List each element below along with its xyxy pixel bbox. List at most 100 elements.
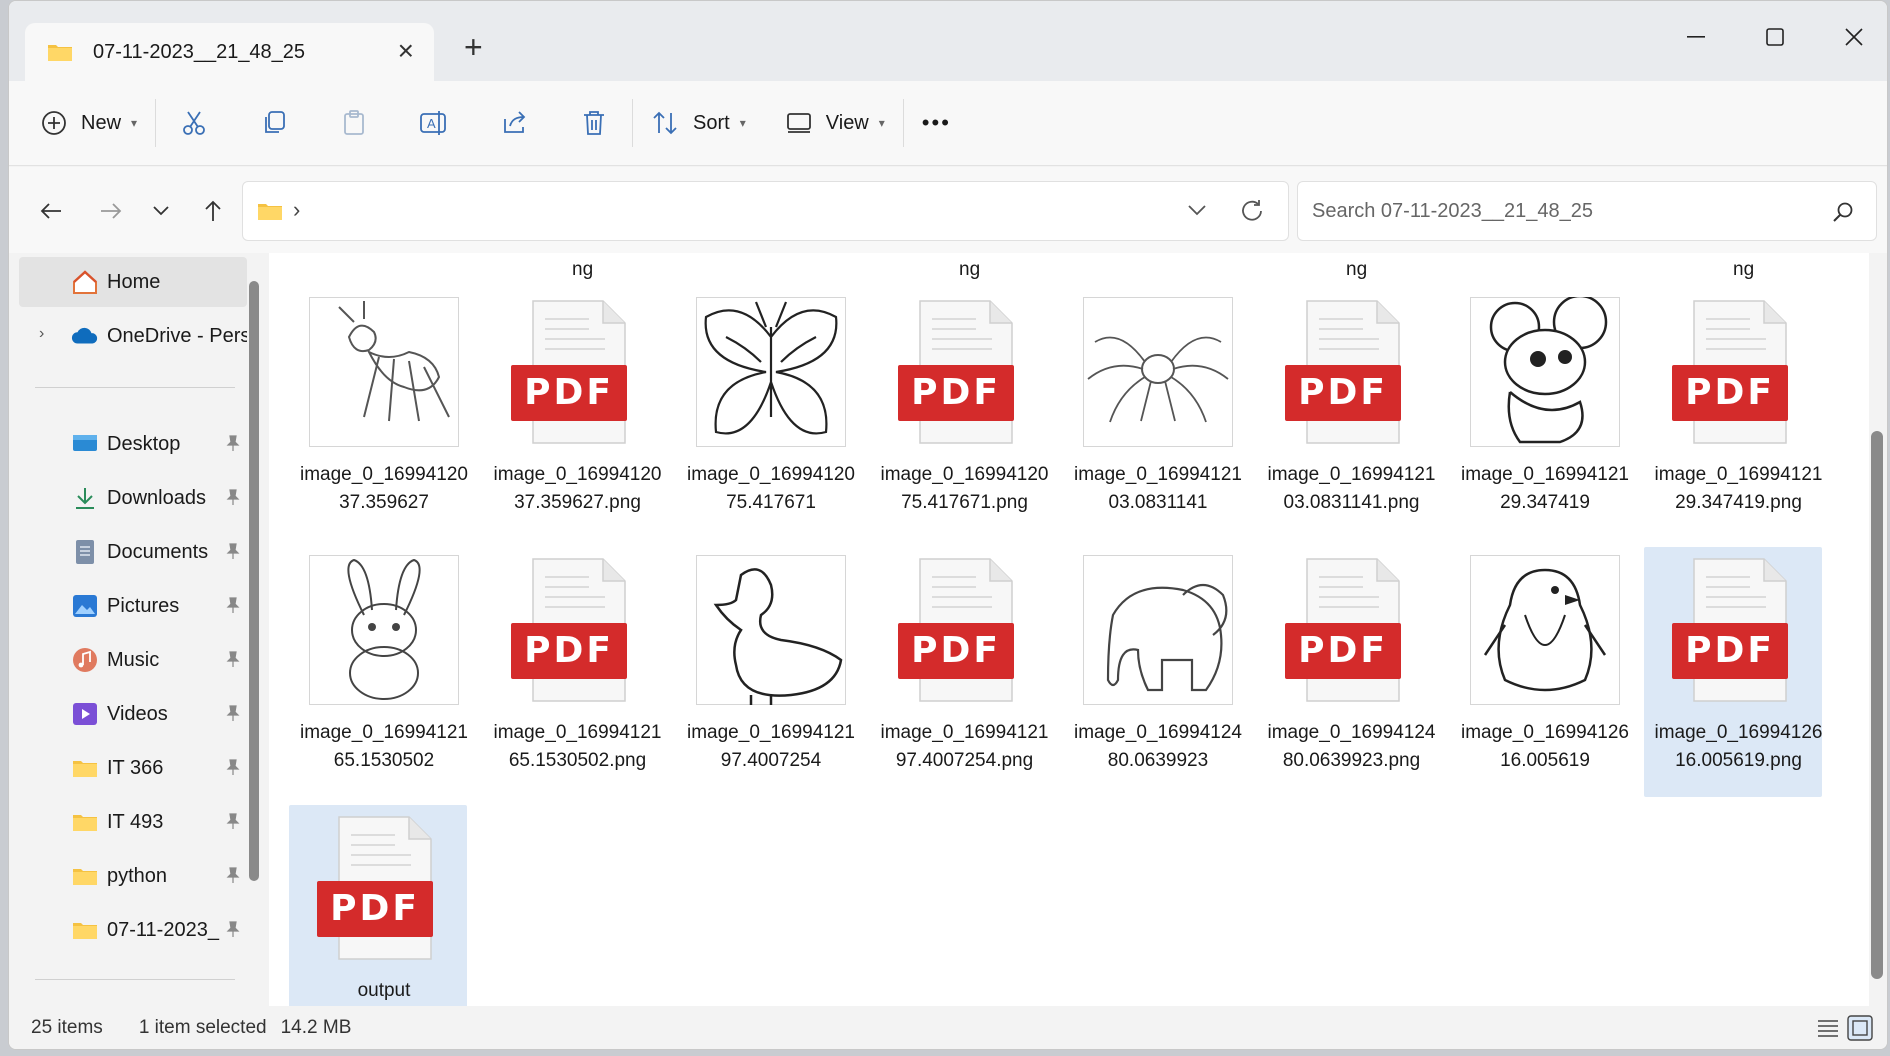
image-file-item[interactable]: image_0_1699412037.359627 xyxy=(297,297,471,517)
details-view-icon[interactable] xyxy=(1817,1018,1839,1038)
share-button[interactable] xyxy=(494,98,534,148)
sidebar-item-desktop[interactable]: Desktop xyxy=(19,419,247,469)
file-name: image_0_1699412480.0639923.png xyxy=(1267,722,1436,771)
folder-icon xyxy=(48,45,72,61)
pdf-file-icon: PDF xyxy=(309,813,459,963)
cut-button[interactable] xyxy=(174,98,214,148)
file-label-fragment: ng xyxy=(572,259,594,280)
sidebar-item-it366[interactable]: IT 366 xyxy=(19,743,247,793)
search-icon[interactable] xyxy=(1832,201,1854,223)
pdf-file-item[interactable]: PDF image_0_1699412165.1530502.png xyxy=(491,555,665,775)
file-name: image_0_1699412480.0639923 xyxy=(1074,722,1242,771)
chevron-down-icon[interactable] xyxy=(1187,204,1207,218)
recent-locations-button[interactable] xyxy=(143,193,179,229)
svg-text:PDF: PDF xyxy=(911,372,1001,413)
file-name: image_0_1699412616.005619.png xyxy=(1654,722,1823,771)
new-tab-button[interactable]: + xyxy=(464,31,483,63)
pdf-file-item[interactable]: PDF output xyxy=(289,805,471,1008)
refresh-icon[interactable] xyxy=(1239,198,1265,224)
mouse-drawing-thumbnail xyxy=(1470,294,1620,447)
up-button[interactable] xyxy=(195,193,231,229)
file-label-fragment: ng xyxy=(959,259,981,280)
pdf-file-item[interactable]: PDF image_0_1699412129.347419.png xyxy=(1652,297,1826,517)
image-file-item[interactable]: image_0_1699412129.347419 xyxy=(1458,294,1632,517)
delete-button[interactable] xyxy=(574,98,614,148)
sidebar-item-label: Downloads xyxy=(107,486,206,509)
sidebar-item-home[interactable]: Home xyxy=(19,257,247,307)
rename-button[interactable]: A xyxy=(414,98,454,148)
pdf-file-item[interactable]: PDF image_0_1699412037.359627.png xyxy=(491,297,665,517)
pin-icon xyxy=(225,488,241,512)
pdf-file-item[interactable]: PDF image_0_1699412103.0831141.png xyxy=(1265,297,1439,517)
sidebar-item-music[interactable]: Music xyxy=(19,635,247,685)
close-window-button[interactable] xyxy=(1831,19,1877,55)
pin-icon xyxy=(225,650,241,674)
view-button[interactable]: View ▾ xyxy=(786,98,885,148)
minimize-button[interactable] xyxy=(1673,19,1719,55)
more-options-button[interactable]: ••• xyxy=(922,98,951,148)
new-button[interactable]: New ▾ xyxy=(41,98,137,148)
copy-button[interactable] xyxy=(254,98,294,148)
search-box[interactable] xyxy=(1297,181,1877,241)
address-bar[interactable]: › xyxy=(242,181,1289,241)
folder-icon xyxy=(71,862,99,890)
file-name: image_0_1699412129.347419.png xyxy=(1654,464,1823,513)
sidebar-item-documents[interactable]: Documents xyxy=(19,527,247,577)
home-icon xyxy=(71,268,99,296)
svg-text:PDF: PDF xyxy=(524,630,614,671)
sidebar-item-label: IT 366 xyxy=(107,756,164,779)
sidebar-item-label: Videos xyxy=(107,702,168,725)
selection-count: 1 item selected xyxy=(138,1016,267,1038)
svg-text:PDF: PDF xyxy=(1298,630,1388,671)
chevron-right-icon[interactable]: › xyxy=(39,325,44,343)
sidebar-item-label: 07-11-2023_ xyxy=(107,918,219,941)
search-input[interactable] xyxy=(1312,199,1812,223)
minimize-icon xyxy=(1687,36,1705,38)
image-file-item[interactable]: image_0_1699412197.4007254 xyxy=(684,555,858,775)
share-icon xyxy=(504,111,526,133)
file-name: image_0_1699412075.417671.png xyxy=(880,464,1049,513)
pdf-file-item[interactable]: PDF image_0_1699412480.0639923.png xyxy=(1265,555,1439,775)
image-file-item[interactable]: image_0_1699412480.0639923 xyxy=(1071,555,1245,775)
sidebar-item-videos[interactable]: Videos xyxy=(19,689,247,739)
image-file-item[interactable]: image_0_1699412616.005619 xyxy=(1458,555,1632,775)
chevron-down-icon: ▾ xyxy=(739,116,746,130)
forward-button[interactable] xyxy=(93,193,129,229)
cloud-icon xyxy=(71,322,99,350)
back-button[interactable] xyxy=(33,193,69,229)
sidebar-item-label: Home xyxy=(107,270,161,293)
maximize-icon xyxy=(1766,28,1784,46)
sidebar-item-label: Documents xyxy=(107,540,209,563)
file-name: image_0_1699412037.359627 xyxy=(300,464,468,513)
explorer-tab[interactable]: 07-11-2023__21_48_25 × xyxy=(25,23,434,81)
pdf-file-item[interactable]: PDF image_0_1699412616.005619.png xyxy=(1643,547,1826,797)
svg-text:A: A xyxy=(427,116,436,131)
paste-button[interactable] xyxy=(334,98,374,148)
close-tab-icon[interactable]: × xyxy=(398,37,414,65)
file-name: image_0_1699412197.4007254 xyxy=(687,722,855,771)
pdf-file-item[interactable]: PDF image_0_1699412197.4007254.png xyxy=(878,555,1052,775)
new-label: New xyxy=(81,111,122,134)
pin-icon xyxy=(225,866,241,890)
scissors-icon xyxy=(183,111,205,135)
image-file-item[interactable]: image_0_1699412103.0831141 xyxy=(1071,297,1245,517)
image-file-item[interactable]: image_0_1699412075.417671 xyxy=(684,297,858,517)
large-icons-view-icon[interactable] xyxy=(1847,1015,1873,1041)
sort-button[interactable]: Sort ▾ xyxy=(651,98,746,148)
sidebar-item-onedrive[interactable]: › OneDrive - Persc xyxy=(19,311,247,361)
sidebar-scrollbar[interactable] xyxy=(249,281,259,881)
sidebar-item-current-folder[interactable]: 07-11-2023_ xyxy=(19,905,247,955)
sidebar-item-python[interactable]: python xyxy=(19,851,247,901)
maximize-button[interactable] xyxy=(1752,19,1798,55)
file-name: image_0_1699412075.417671 xyxy=(687,464,855,513)
pdf-file-item[interactable]: PDF image_0_1699412075.417671.png xyxy=(878,297,1052,517)
sidebar-item-label: python xyxy=(107,864,168,887)
sidebar-item-downloads[interactable]: Downloads xyxy=(19,473,247,523)
pdf-file-icon: PDF xyxy=(1664,297,1814,447)
sidebar-item-pictures[interactable]: Pictures xyxy=(19,581,247,631)
sidebar-item-it493[interactable]: IT 493 xyxy=(19,797,247,847)
content-scrollbar[interactable] xyxy=(1871,431,1883,979)
navigation-bar: › xyxy=(9,167,1887,253)
document-icon xyxy=(71,538,99,566)
image-file-item[interactable]: image_0_1699412165.1530502 xyxy=(297,555,471,775)
